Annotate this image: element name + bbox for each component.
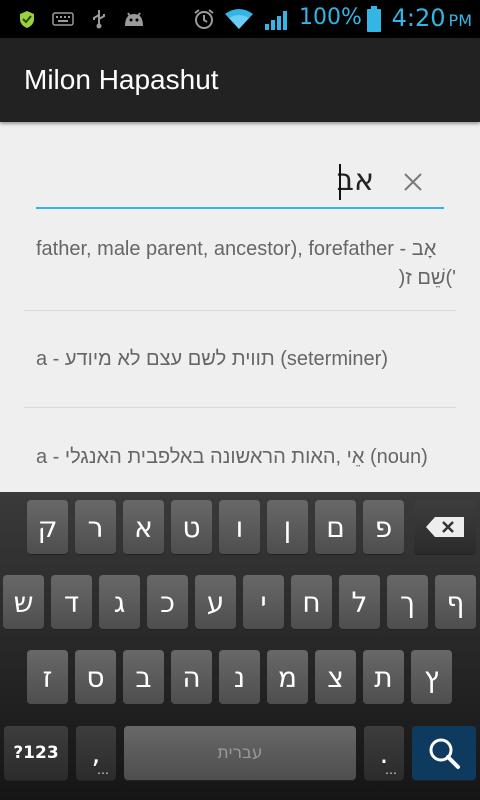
alarm-icon <box>192 9 216 29</box>
result-line: a - תווית לשם עצם לא מיודע (seterminer) <box>36 348 388 370</box>
action-bar: Milon Hapashut <box>0 38 480 122</box>
result-line: a - אֵי ,האות הראשונה באלפבית האנגלי (no… <box>36 446 428 468</box>
key[interactable]: ק <box>27 500 68 554</box>
key[interactable]: כ <box>147 575 188 629</box>
key[interactable]: ח <box>291 575 332 629</box>
clock-time: 4:20 <box>391 4 446 32</box>
text-cursor <box>339 164 341 200</box>
divider <box>24 407 456 408</box>
signal-icon <box>264 9 292 30</box>
backspace-key[interactable] <box>414 500 476 554</box>
usb-icon <box>90 9 108 29</box>
symbols-key[interactable]: ?123 <box>4 726 68 780</box>
key[interactable]: ס <box>75 650 116 704</box>
key[interactable]: צ <box>315 650 356 704</box>
keyboard-icon <box>52 9 74 29</box>
list-item[interactable]: father, male parent, ancestor), forefath… <box>24 235 456 307</box>
key[interactable]: ו <box>219 500 260 554</box>
more-options-indicator: … <box>97 763 110 777</box>
result-line: father, male parent, ancestor), forefath… <box>36 238 437 260</box>
key[interactable]: ץ <box>411 650 452 704</box>
key[interactable]: ע <box>195 575 236 629</box>
search-icon <box>429 738 460 769</box>
clock-ampm: PM <box>448 11 472 30</box>
comma-key[interactable]: ,… <box>76 726 116 780</box>
space-key[interactable]: עברית <box>124 726 356 780</box>
clock: 4:20 PM <box>392 4 472 32</box>
status-bar: 100% 4:20 PM <box>0 0 480 38</box>
wifi-icon <box>224 9 254 29</box>
divider <box>24 310 456 311</box>
key[interactable]: י <box>243 575 284 629</box>
period-key[interactable]: .… <box>364 726 404 780</box>
battery-icon <box>366 6 382 32</box>
clear-search-button[interactable] <box>396 165 430 199</box>
key[interactable]: ש <box>3 575 44 629</box>
key[interactable]: ף <box>435 575 476 629</box>
shield-icon <box>18 9 36 29</box>
result-line: )שֵׁם ז(' <box>398 267 456 289</box>
key[interactable]: ב <box>123 650 164 704</box>
list-item[interactable]: a - תווית לשם עצם לא מיודע (seterminer) <box>24 345 456 375</box>
key[interactable]: ך <box>387 575 428 629</box>
key[interactable]: ז <box>27 650 68 704</box>
key[interactable]: ן <box>267 500 308 554</box>
close-icon <box>404 173 422 191</box>
more-options-indicator: … <box>385 763 398 777</box>
soft-keyboard: ק ר א ט ו ן ם פ ש ד ג כ ע י ח ל ך ף ז ס … <box>0 492 480 800</box>
key[interactable]: ר <box>75 500 116 554</box>
key[interactable]: ם <box>315 500 356 554</box>
key[interactable]: ל <box>339 575 380 629</box>
key[interactable]: ד <box>51 575 92 629</box>
search-field[interactable]: אב <box>36 155 444 209</box>
key[interactable]: נ <box>219 650 260 704</box>
search-key[interactable] <box>412 726 476 780</box>
battery-percent: 100% <box>299 5 362 30</box>
list-item[interactable]: a - אֵי ,האות הראשונה באלפבית האנגלי (no… <box>24 443 456 473</box>
search-input[interactable]: אב <box>337 163 374 198</box>
key[interactable]: פ <box>363 500 404 554</box>
key[interactable]: ג <box>99 575 140 629</box>
key[interactable]: ה <box>171 650 212 704</box>
android-debug-icon <box>122 9 146 29</box>
backspace-icon <box>426 517 464 537</box>
key[interactable]: ת <box>363 650 404 704</box>
app-title: Milon Hapashut <box>24 64 219 95</box>
key[interactable]: מ <box>267 650 308 704</box>
key[interactable]: ט <box>171 500 212 554</box>
key[interactable]: א <box>123 500 164 554</box>
